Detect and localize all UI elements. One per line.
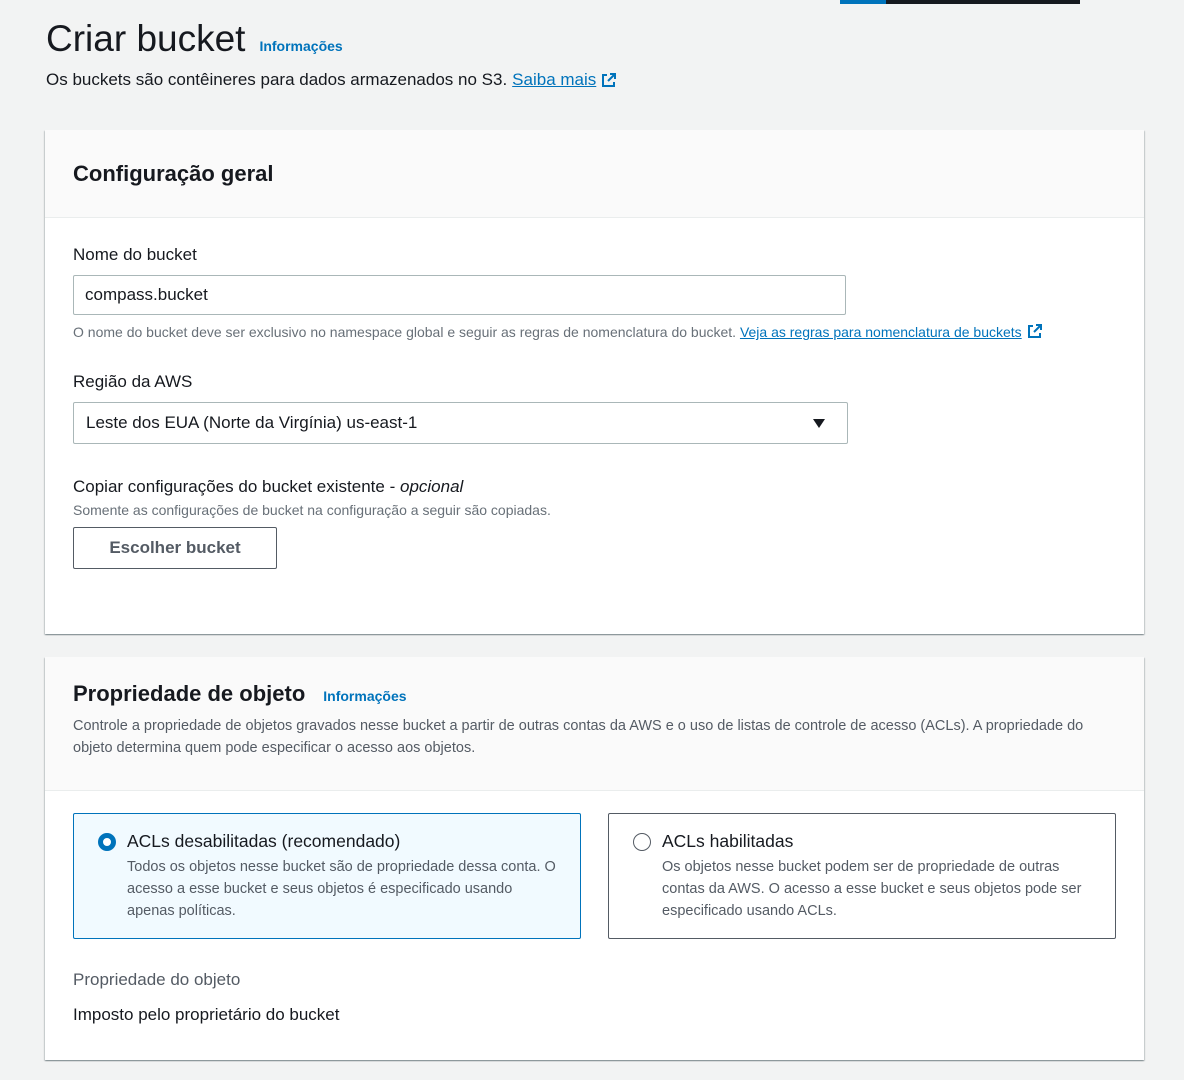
page-header: Criar bucket Informações Os buckets são … [46, 16, 1144, 90]
copy-settings-hint: Somente as configurações de bucket na co… [73, 502, 551, 518]
region-label: Região da AWS [73, 372, 193, 391]
page-description-text: Os buckets são contêineres para dados ar… [46, 70, 508, 89]
copy-settings-label-text: Copiar configurações do bucket existente… [73, 477, 396, 496]
naming-rules-label: Veja as regras para nomenclatura de buck… [739, 324, 1022, 340]
acls-enabled-tile[interactable]: ACLs habilitadas Os objetos nesse bucket… [608, 813, 1116, 939]
caret-down-icon [813, 418, 825, 428]
radio-selected-icon[interactable] [98, 833, 116, 851]
acls-disabled-tile[interactable]: ACLs desabilitadas (recomendado) Todos o… [73, 813, 581, 939]
ownership-info-link[interactable]: Informações [323, 688, 406, 704]
acls-enabled-label: ACLs habilitadas [662, 831, 794, 851]
general-config-card: Configuração geral Nome do bucket compas… [45, 130, 1144, 634]
learn-more-label: Saiba mais [512, 70, 597, 89]
naming-rules-link[interactable]: Veja as regras para nomenclatura de buck… [740, 324, 1043, 340]
object-ownership-title: Propriedade de objeto [73, 681, 306, 706]
object-ownership-title-row: Propriedade de objeto Informações [73, 681, 1116, 707]
region-select[interactable]: Leste dos EUA (Norte da Virgínia) us-eas… [73, 402, 848, 444]
choose-bucket-button[interactable]: Escolher bucket [73, 527, 277, 569]
object-ownership-result-label: Propriedade do objeto [73, 970, 241, 989]
top-progress-strip [840, 0, 1080, 4]
external-link-icon [602, 73, 617, 87]
bucket-name-input[interactable]: compass.bucket [73, 275, 846, 315]
acls-enabled-description: Os objetos nesse bucket podem ser de pro… [662, 859, 1082, 919]
title-row: Criar bucket Informações [46, 16, 1144, 62]
page-info-link[interactable]: Informações [259, 38, 342, 54]
acls-enabled-content: ACLs habilitadas Os objetos nesse bucket… [662, 831, 1095, 938]
object-ownership-description: Controle a propriedade de objetos gravad… [73, 718, 1084, 756]
bucket-name-hint-text: O nome do bucket deve ser exclusivo no n… [73, 324, 737, 340]
bucket-name-hint: O nome do bucket deve ser exclusivo no n… [73, 321, 1116, 343]
object-ownership-card: Propriedade de objeto Informações Contro… [45, 657, 1144, 1060]
object-ownership-body: ACLs desabilitadas (recomendado) Todos o… [45, 813, 1144, 1025]
top-progress-active [840, 0, 886, 4]
acls-disabled-content: ACLs desabilitadas (recomendado) Todos o… [127, 831, 560, 938]
region-select-value: Leste dos EUA (Norte da Virgínia) us-eas… [86, 413, 418, 432]
general-config-header: Configuração geral [45, 130, 1144, 218]
page-title: Criar bucket [46, 18, 246, 59]
copy-settings-label: Copiar configurações do bucket existente… [73, 477, 1116, 497]
acls-disabled-label: ACLs desabilitadas (recomendado) [127, 831, 401, 851]
object-ownership-result-value: Imposto pelo proprietário do bucket [73, 1005, 340, 1024]
external-link-icon [1027, 324, 1042, 338]
bucket-name-label: Nome do bucket [73, 245, 197, 264]
page-description: Os buckets são contêineres para dados ar… [46, 70, 1144, 90]
general-config-title: Configuração geral [73, 160, 274, 186]
acls-disabled-description: Todos os objetos nesse bucket são de pro… [127, 859, 556, 919]
general-config-body: Nome do bucket compass.bucket O nome do … [45, 245, 1144, 569]
radio-unselected-icon[interactable] [633, 833, 651, 851]
object-ownership-header: Propriedade de objeto Informações Contro… [45, 657, 1144, 791]
ownership-options: ACLs desabilitadas (recomendado) Todos o… [73, 813, 1116, 939]
copy-settings-optional: opcional [399, 477, 464, 496]
learn-more-link[interactable]: Saiba mais [512, 70, 617, 90]
